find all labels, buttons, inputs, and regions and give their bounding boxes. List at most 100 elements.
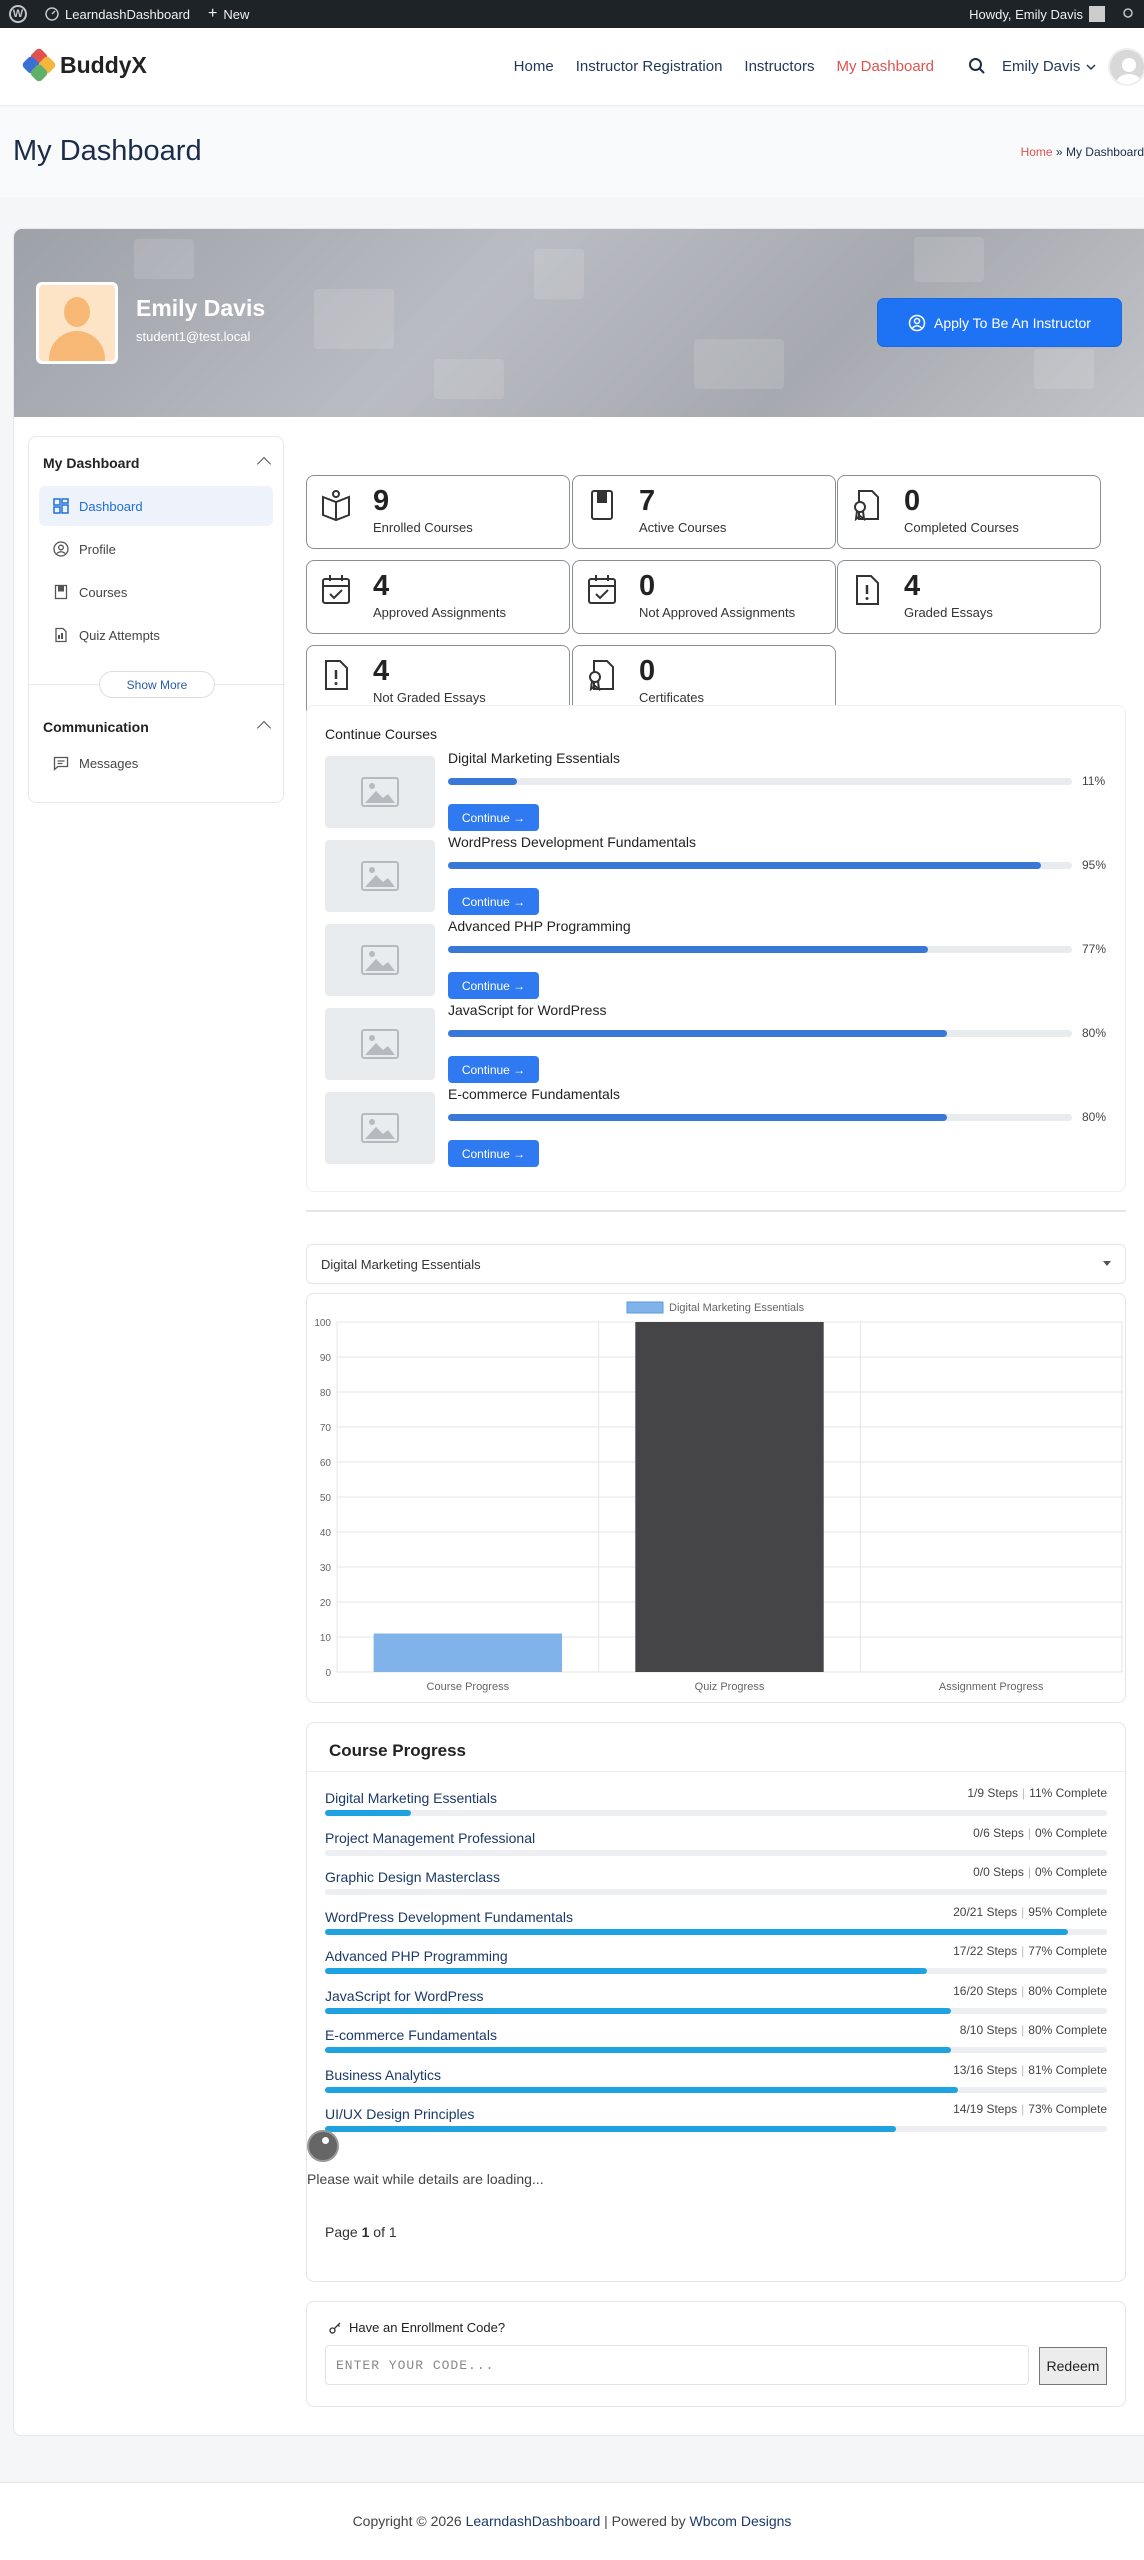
course-progress-name[interactable]: E-commerce Fundamentals: [325, 2027, 497, 2043]
course-thumbnail[interactable]: [325, 924, 435, 996]
stat-card-graded-essays[interactable]: 4 Graded Essays: [837, 560, 1101, 634]
stat-card-enrolled-courses[interactable]: 9 Enrolled Courses: [306, 475, 570, 549]
stat-card-completed-courses[interactable]: 0 Completed Courses: [837, 475, 1101, 549]
continue-button[interactable]: Continue →: [448, 1056, 539, 1083]
stat-label: Approved Assignments: [373, 605, 506, 620]
divider: [307, 1771, 1125, 1772]
continue-button[interactable]: Continue →: [448, 888, 539, 915]
page-title-band: My Dashboard Home » My Dashboard: [0, 107, 1144, 197]
y-tick-label: 40: [320, 1528, 332, 1539]
continue-button[interactable]: Continue →: [448, 1140, 539, 1167]
stat-value: 9: [373, 485, 390, 517]
sidebar-item-profile[interactable]: Profile: [39, 529, 273, 569]
course-progress-row: Business Analytics 13/16 Steps | 81% Comple…: [325, 2063, 1107, 2099]
course-progress-row: UI/UX Design Principles 14/19 Steps | 73% C…: [325, 2102, 1107, 2138]
footer-site-link[interactable]: LearndashDashboard: [466, 2513, 601, 2529]
sidebar-item-dashboard[interactable]: Dashboard: [39, 486, 273, 526]
stat-label: Not Approved Assignments: [639, 605, 796, 620]
nav-my-dashboard[interactable]: My Dashboard: [836, 58, 934, 75]
course-progress-name[interactable]: WordPress Development Fundamentals: [325, 1909, 573, 1925]
howdy-text: Howdy, Emily Davis: [969, 6, 1083, 22]
admin-bar: W LearndashDashboard + New Howdy, Emily D…: [0, 0, 1144, 28]
legend-swatch[interactable]: [626, 1301, 664, 1314]
progress-fill: [325, 1928, 1068, 1935]
complete-percent: 73% Complete: [1028, 2102, 1107, 2116]
site-logo[interactable]: BuddyX: [21, 47, 147, 83]
search-icon[interactable]: [968, 57, 986, 75]
show-more-button[interactable]: Show More: [99, 671, 215, 698]
stat-value: 4: [373, 655, 390, 687]
continue-course-item: JavaScript for WordPress 80% Continue →: [325, 1002, 1115, 1083]
quiz-icon: [53, 627, 69, 643]
stat-card-approved-assignments[interactable]: 4 Approved Assignments: [306, 560, 570, 634]
new-content-link[interactable]: + New: [199, 0, 258, 28]
course-progress-name[interactable]: JavaScript for WordPress: [325, 1988, 483, 2004]
continue-course-item: Digital Marketing Essentials 11% Continue …: [325, 750, 1115, 831]
progress-fill: [448, 1030, 948, 1037]
stat-card-active-courses[interactable]: 7 Active Courses: [572, 475, 836, 549]
course-thumbnail[interactable]: [325, 840, 435, 912]
user-menu[interactable]: Emily Davis: [1002, 58, 1096, 75]
apply-instructor-button[interactable]: Apply To Be An Instructor: [877, 298, 1122, 347]
profile-avatar[interactable]: [36, 282, 118, 364]
image-placeholder-icon: [361, 777, 399, 807]
progress-track: [325, 2086, 1107, 2093]
stat-value: 0: [639, 570, 656, 602]
stat-card-not-approved-assignments[interactable]: 0 Not Approved Assignments: [572, 560, 836, 634]
course-progress-name[interactable]: Business Analytics: [325, 2067, 441, 2083]
continue-button[interactable]: Continue →: [448, 972, 539, 999]
redeem-button[interactable]: Redeem: [1039, 2347, 1107, 2385]
course-thumbnail[interactable]: [325, 1092, 435, 1164]
bar-course-progress[interactable]: [373, 1633, 563, 1673]
nav-instructor-registration[interactable]: Instructor Registration: [576, 58, 723, 75]
breadcrumb-home[interactable]: Home: [1021, 145, 1053, 159]
admin-search[interactable]: [1114, 0, 1144, 28]
enrollment-code-box: Have an Enrollment Code? ENTER YOUR CODE…: [306, 2301, 1126, 2407]
wp-logo-menu[interactable]: W: [0, 0, 36, 28]
site-name-link[interactable]: LearndashDashboard: [36, 0, 199, 28]
book-icon: [585, 488, 619, 522]
sidebar-section-my-dashboard[interactable]: My Dashboard: [43, 455, 139, 471]
progress-track: [448, 778, 1072, 785]
nav-home[interactable]: Home: [514, 58, 554, 75]
course-thumbnail[interactable]: [325, 1008, 435, 1080]
course-progress-name[interactable]: Graphic Design Masterclass: [325, 1869, 500, 1885]
sidebar-item-messages[interactable]: Messages: [39, 743, 273, 783]
course-select[interactable]: Digital Marketing Essentials: [306, 1244, 1126, 1284]
continue-button[interactable]: Continue →: [448, 804, 539, 831]
course-progress-name[interactable]: Digital Marketing Essentials: [325, 1790, 497, 1806]
footer-company-link[interactable]: Wbcom Designs: [690, 2513, 792, 2529]
progress-fill: [325, 1810, 412, 1816]
page-label: Page: [325, 2224, 358, 2240]
chevron-up-icon[interactable]: [256, 720, 272, 736]
sidebar-item-quiz-attempts[interactable]: Quiz Attempts: [39, 615, 273, 655]
my-account-menu[interactable]: Howdy, Emily Davis: [960, 0, 1114, 28]
x-tick-label: Assignment Progress: [939, 1681, 1044, 1693]
progress-track: [448, 862, 1072, 869]
continue-course-item: Advanced PHP Programming 77% Continue →: [325, 918, 1115, 999]
meta-separator: |: [1021, 1944, 1025, 1958]
course-progress-name[interactable]: Project Management Professional: [325, 1830, 535, 1846]
page-current: 1: [361, 2224, 370, 2240]
progress-chart: 0 10 20 30 40 50 60 70 80 90 100 Course Progress Qui…: [306, 1293, 1126, 1703]
user-avatar[interactable]: [1108, 48, 1144, 86]
course-name: WordPress Development Fundamentals: [448, 834, 696, 850]
nav-instructors[interactable]: Instructors: [744, 58, 814, 75]
progress-track: [325, 1810, 1107, 1816]
progress-track: [325, 2126, 1107, 2132]
course-progress-row: Project Management Professional 0/6 Steps…: [325, 1826, 1107, 1862]
image-placeholder-icon: [361, 1113, 399, 1143]
sidebar-item-label: Messages: [79, 755, 139, 771]
course-progress-name[interactable]: Advanced PHP Programming: [325, 1948, 508, 1964]
chevron-up-icon[interactable]: [256, 456, 272, 472]
sidebar-section-communication[interactable]: Communication: [43, 719, 149, 735]
bar-quiz-progress[interactable]: [635, 1322, 824, 1672]
section-divider: [306, 1210, 1126, 1212]
course-thumbnail[interactable]: [325, 756, 435, 828]
sidebar-item-courses[interactable]: Courses: [39, 572, 273, 612]
course-progress-name[interactable]: UI/UX Design Principles: [325, 2106, 474, 2122]
enrollment-code-input[interactable]: ENTER YOUR CODE...: [325, 2345, 1029, 2385]
meta-separator: |: [1021, 2023, 1025, 2037]
image-placeholder-icon: [361, 861, 399, 891]
progress-track: [325, 1889, 1107, 1895]
